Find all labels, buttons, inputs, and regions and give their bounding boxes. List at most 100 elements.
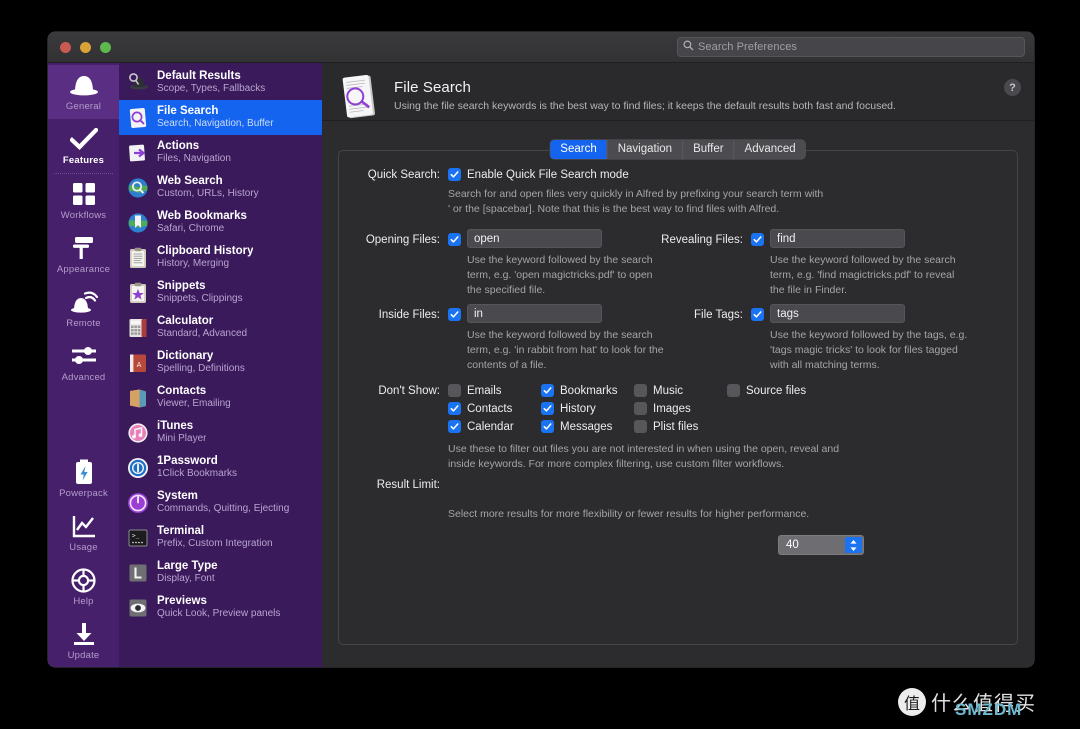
svg-text:>_: >_: [132, 532, 140, 539]
checkbox-opening-files[interactable]: [448, 233, 461, 246]
tab-bar[interactable]: Search Navigation Buffer Advanced: [550, 140, 806, 159]
feature-item-clipboard-history[interactable]: Clipboard History History, Merging: [119, 240, 322, 275]
nav-item-general[interactable]: General: [48, 65, 119, 119]
nav-item-features[interactable]: Features: [48, 119, 119, 173]
chart-line-icon: [72, 513, 96, 539]
checkbox-dont-show-bookmarks[interactable]: [541, 384, 554, 397]
checkbox-dont-show-emails[interactable]: [448, 384, 461, 397]
feature-subtitle: Custom, URLs, History: [157, 188, 259, 200]
nav-label-remote: Remote: [66, 318, 101, 329]
feature-item-calculator[interactable]: Calculator Standard, Advanced: [119, 310, 322, 345]
nav-item-appearance[interactable]: Appearance: [48, 228, 119, 282]
feature-item-contacts[interactable]: Contacts Viewer, Emailing: [119, 380, 322, 415]
feature-item-system[interactable]: System Commands, Quitting, Ejecting: [119, 485, 322, 520]
feature-item-itunes[interactable]: iTunes Mini Player: [119, 415, 322, 450]
help-revealing-files: Use the keyword followed by the search t…: [770, 254, 956, 296]
feature-item-large-type[interactable]: Large Type Display, Font: [119, 555, 322, 590]
feature-title: iTunes: [157, 419, 194, 432]
tab-buffer[interactable]: Buffer: [683, 140, 735, 159]
feature-text: File Search Search, Navigation, Buffer: [157, 105, 274, 130]
feature-item-previews[interactable]: Previews Quick Look, Preview panels: [119, 590, 322, 625]
checkbox-dont-show-history[interactable]: [541, 402, 554, 415]
tab-search[interactable]: Search: [550, 140, 608, 159]
watermark-subtext: SMZDM: [955, 700, 1023, 719]
feature-item-actions[interactable]: Actions Files, Navigation: [119, 135, 322, 170]
value-file-tags-keyword: tags: [777, 307, 799, 320]
checkbox-dont-show-source-files[interactable]: [727, 384, 740, 397]
label-dont-show-messages: Messages: [560, 421, 613, 433]
input-inside-files-keyword[interactable]: in: [467, 304, 602, 323]
input-file-tags-keyword[interactable]: tags: [770, 304, 905, 323]
feature-subtitle: Search, Navigation, Buffer: [157, 118, 274, 130]
features-list[interactable]: Default Results Scope, Types, Fallbacks …: [119, 63, 322, 667]
input-revealing-files-keyword[interactable]: find: [770, 229, 905, 248]
nav-item-advanced[interactable]: Advanced: [48, 336, 119, 390]
window-titlebar: Search Preferences: [48, 32, 1034, 63]
feature-item-default-results[interactable]: Default Results Scope, Types, Fallbacks: [119, 65, 322, 100]
maximize-window-button[interactable]: [100, 42, 111, 53]
checkbox-dont-show-contacts[interactable]: [448, 402, 461, 415]
checkbox-enable-quick-search[interactable]: [448, 168, 461, 181]
checkbox-dont-show-calendar[interactable]: [448, 420, 461, 433]
feature-item-snippets[interactable]: Snippets Snippets, Clippings: [119, 275, 322, 310]
feature-title: Previews: [157, 594, 207, 607]
feature-item-dictionary[interactable]: A Dictionary Spelling, Definitions: [119, 345, 322, 380]
checkbox-inside-files[interactable]: [448, 308, 461, 321]
stepper-arrows-icon[interactable]: [845, 537, 862, 553]
feature-subtitle: Mini Player: [157, 433, 207, 445]
onepassword-icon: [127, 457, 149, 479]
checkbox-dont-show-images[interactable]: [634, 402, 647, 415]
help-icon[interactable]: ?: [1004, 79, 1021, 96]
search-preferences-input[interactable]: Search Preferences: [677, 37, 1025, 57]
nav-label-features: Features: [62, 155, 105, 166]
grid-squares-icon: [72, 181, 96, 207]
label-dont-show-bookmarks: Bookmarks: [560, 385, 618, 397]
feature-text: Contacts Viewer, Emailing: [157, 385, 231, 410]
checkbox-revealing-files[interactable]: [751, 233, 764, 246]
label-dont-show-plist-files: Plist files: [653, 421, 699, 433]
tab-advanced[interactable]: Advanced: [735, 140, 806, 159]
label-dont-show-music: Music: [653, 385, 684, 397]
feature-text: 1Password 1Click Bookmarks: [157, 455, 237, 480]
checkbox-file-tags[interactable]: [751, 308, 764, 321]
help-opening-files: Use the keyword followed by the search t…: [467, 254, 653, 296]
checkbox-dont-show-plist-files[interactable]: [634, 420, 647, 433]
globe-magnifier-icon: [127, 177, 149, 199]
feature-item-terminal[interactable]: >_ Terminal Prefix, Custom Integration: [119, 520, 322, 555]
nav-item-remote[interactable]: Remote: [48, 282, 119, 336]
result-limit-stepper[interactable]: 40: [778, 535, 864, 555]
close-window-button[interactable]: [60, 42, 71, 53]
nav-item-workflows[interactable]: Workflows: [48, 174, 119, 228]
input-opening-files-keyword[interactable]: open: [467, 229, 602, 248]
feature-subtitle: Quick Look, Preview panels: [157, 608, 281, 620]
label-enable-quick-search: Enable Quick File Search mode: [467, 169, 629, 181]
feature-subtitle: Prefix, Custom Integration: [157, 538, 273, 550]
feature-subtitle: Scope, Types, Fallbacks: [157, 83, 266, 95]
tab-navigation[interactable]: Navigation: [608, 140, 684, 159]
battery-bolt-icon: [74, 459, 94, 485]
feature-item-file-search[interactable]: File Search Search, Navigation, Buffer: [119, 100, 322, 135]
feature-title: File Search: [157, 104, 219, 117]
feature-item-web-search[interactable]: Web Search Custom, URLs, History: [119, 170, 322, 205]
nav-item-help[interactable]: Help: [48, 560, 119, 614]
nav-label-powerpack: Powerpack: [59, 488, 108, 499]
feature-item-1password[interactable]: 1Password 1Click Bookmarks: [119, 450, 322, 485]
calculator-icon: [127, 317, 149, 339]
nav-item-update[interactable]: Update: [48, 614, 119, 667]
value-opening-files-keyword: open: [474, 232, 500, 245]
nav-label-help: Help: [73, 596, 94, 607]
nav-item-powerpack[interactable]: Powerpack: [48, 452, 119, 506]
feature-title: Default Results: [157, 69, 241, 82]
feature-item-web-bookmarks[interactable]: Web Bookmarks Safari, Chrome: [119, 205, 322, 240]
feature-title: System: [157, 489, 198, 502]
checkbox-dont-show-music[interactable]: [634, 384, 647, 397]
checkbox-dont-show-messages[interactable]: [541, 420, 554, 433]
label-dont-show: Don't Show:: [378, 385, 440, 397]
address-book-icon: [127, 387, 149, 409]
nav-item-usage[interactable]: Usage: [48, 506, 119, 560]
feature-text: Web Search Custom, URLs, History: [157, 175, 259, 200]
minimize-window-button[interactable]: [80, 42, 91, 53]
feature-text: Clipboard History History, Merging: [157, 245, 253, 270]
feature-subtitle: Standard, Advanced: [157, 328, 248, 340]
window-body: General Features Workflows Appearance Re…: [48, 63, 1034, 667]
